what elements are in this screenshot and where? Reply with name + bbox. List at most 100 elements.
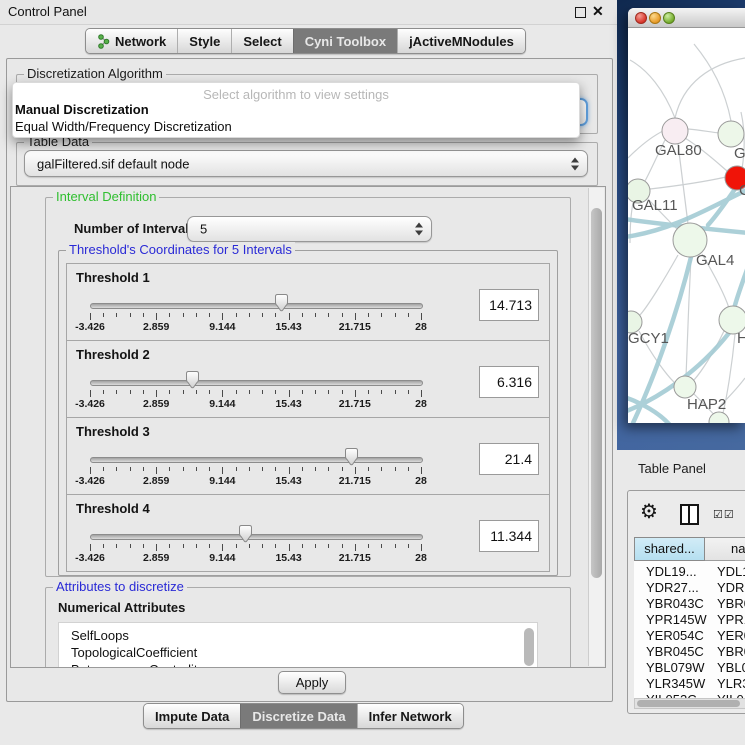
slider-tick bbox=[90, 390, 91, 397]
algorithm-option-manual-discretization[interactable]: Manual Discretization bbox=[15, 102, 149, 117]
bottom-tab-discretize-data[interactable]: Discretize Data bbox=[240, 704, 356, 728]
slider-tick bbox=[328, 467, 329, 471]
network-node-label: GAL4 bbox=[696, 252, 734, 269]
slider-tick bbox=[156, 467, 157, 474]
slider-tick-label: -3.426 bbox=[75, 475, 105, 487]
slider-tick bbox=[249, 313, 250, 317]
attribute-item-topologicalcoefficient[interactable]: TopologicalCoefficient bbox=[59, 644, 537, 661]
close-icon[interactable]: ✕ bbox=[592, 3, 604, 20]
table-row-ypr145w[interactable]: YPR145WYPR1 bbox=[634, 612, 745, 628]
table-hscrollbar-thumb[interactable] bbox=[637, 700, 740, 707]
slider-tick bbox=[381, 313, 382, 317]
table-hscrollbar-track[interactable] bbox=[634, 698, 745, 709]
slider-tick bbox=[209, 467, 210, 471]
slider-tick bbox=[183, 313, 184, 317]
slider-track[interactable] bbox=[90, 380, 423, 386]
table-row-ybr043c[interactable]: YBR043CYBR0 bbox=[634, 596, 745, 612]
slider-tick bbox=[315, 390, 316, 394]
table-row-ybr045c[interactable]: YBR045CYBR0 bbox=[634, 644, 745, 660]
network-node-gal80[interactable] bbox=[662, 118, 688, 144]
threshold-value-field[interactable]: 6.316 bbox=[479, 366, 539, 398]
algorithm-option-equal-width-frequency-discretization[interactable]: Equal Width/Frequency Discretization bbox=[15, 119, 232, 134]
tab-network[interactable]: Network bbox=[86, 29, 177, 53]
slider-thumb[interactable] bbox=[184, 370, 201, 389]
slider-thumb[interactable] bbox=[343, 447, 360, 466]
slider-tick bbox=[328, 544, 329, 548]
zoom-traffic-light-icon[interactable] bbox=[663, 12, 675, 24]
slider-track[interactable] bbox=[90, 534, 423, 540]
table-row-yer054c[interactable]: YER054CYER0 bbox=[634, 628, 745, 644]
slider-tick bbox=[209, 544, 210, 548]
tab-style[interactable]: Style bbox=[177, 29, 231, 53]
bottom-tab-infer-network[interactable]: Infer Network bbox=[357, 704, 463, 728]
close-traffic-light-icon[interactable] bbox=[635, 12, 647, 24]
num-intervals-label: Number of Intervals bbox=[74, 221, 196, 236]
interval-definition-title: Interval Definition bbox=[53, 189, 159, 205]
num-intervals-combo[interactable]: 5 bbox=[187, 216, 432, 242]
tab-select[interactable]: Select bbox=[231, 29, 292, 53]
threshold-value-field[interactable]: 21.4 bbox=[479, 443, 539, 475]
table-column-header-shared-name[interactable]: shared... bbox=[634, 537, 705, 561]
slider-tick bbox=[249, 544, 250, 548]
slider-tick bbox=[408, 467, 409, 471]
table-data-combo-value: galFiltered.sif default node bbox=[37, 156, 189, 171]
slider-tick bbox=[421, 313, 422, 320]
numerical-attributes-label: Numerical Attributes bbox=[58, 600, 185, 615]
app-root: Control Panel ✕ NetworkStyleSelectCyni T… bbox=[0, 0, 745, 745]
slider-tick bbox=[196, 467, 197, 471]
bottom-tab-impute-data[interactable]: Impute Data bbox=[144, 704, 240, 728]
settings-scrollbar-track[interactable] bbox=[588, 188, 604, 666]
slider-thumb[interactable] bbox=[237, 524, 254, 543]
slider-tick-label: 21.715 bbox=[339, 475, 371, 487]
cell-name: YLR3 bbox=[717, 676, 745, 691]
float-window-icon[interactable] bbox=[575, 7, 586, 18]
settings-scrollbar-thumb[interactable] bbox=[591, 208, 602, 578]
network-canvas[interactable]: GAL80GACGAL11GAL4GCY1HHAP2 bbox=[628, 28, 745, 423]
network-node-label: H bbox=[737, 330, 745, 347]
table-row-ydr27-[interactable]: YDR27...YDR2 bbox=[634, 580, 745, 596]
attribute-item-selfloops[interactable]: SelfLoops bbox=[59, 627, 537, 644]
slider-tick bbox=[90, 544, 91, 551]
gear-icon[interactable]: ⚙ bbox=[640, 499, 658, 524]
slider-tick-label: 9.144 bbox=[209, 398, 235, 410]
slider-tick bbox=[421, 467, 422, 474]
tab-cyni-toolbox[interactable]: Cyni Toolbox bbox=[293, 29, 397, 53]
attributes-list[interactable]: SelfLoopsTopologicalCoefficientBetweenne… bbox=[58, 622, 538, 668]
network-node[interactable] bbox=[709, 412, 729, 423]
threshold-value-field[interactable]: 11.344 bbox=[479, 520, 539, 552]
slider-tick bbox=[262, 467, 263, 471]
threshold-panel-1: Threshold 1-3.4262.8599.14415.4321.71528… bbox=[66, 263, 550, 341]
apply-button[interactable]: Apply bbox=[278, 671, 346, 694]
slider-track[interactable] bbox=[90, 457, 423, 463]
table-row-ybl079w[interactable]: YBL079W YBL0 bbox=[634, 660, 745, 676]
table-column-header-name[interactable]: na bbox=[705, 537, 745, 561]
network-node-hap2[interactable] bbox=[674, 376, 696, 398]
slider-tick-label: -3.426 bbox=[75, 398, 105, 410]
cell-name: YBL0 bbox=[717, 660, 745, 675]
slider-tick-label: 9.144 bbox=[209, 552, 235, 564]
attribute-item-betweennesscentrality[interactable]: BetweennessCentrality bbox=[59, 661, 537, 668]
slider-tick bbox=[368, 313, 369, 317]
threshold-value-field[interactable]: 14.713 bbox=[479, 289, 539, 321]
slider-tick bbox=[275, 390, 276, 394]
network-node-ga[interactable] bbox=[718, 121, 744, 147]
cell-shared-name: YBL079W bbox=[646, 660, 705, 675]
threshold-panel-2: Threshold 2-3.4262.8599.14415.4321.71528… bbox=[66, 340, 550, 418]
slider-thumb[interactable] bbox=[273, 293, 290, 312]
attributes-list-scrollbar[interactable] bbox=[524, 628, 534, 666]
tab-label: jActiveMNodules bbox=[409, 34, 514, 49]
tab-jactivemnodules[interactable]: jActiveMNodules bbox=[397, 29, 525, 53]
slider-tick bbox=[169, 390, 170, 394]
slider-tick bbox=[381, 544, 382, 548]
column-layout-icon[interactable] bbox=[680, 504, 699, 525]
minimize-traffic-light-icon[interactable] bbox=[649, 12, 661, 24]
slider-track[interactable] bbox=[90, 303, 423, 309]
cell-name: YER0 bbox=[717, 628, 745, 643]
table-row-ylr345w[interactable]: YLR345W YLR3 bbox=[634, 676, 745, 692]
table-data-combo[interactable]: galFiltered.sif default node bbox=[24, 150, 588, 177]
slider-tick bbox=[130, 390, 131, 394]
checkbox-icons[interactable]: ☑☑ bbox=[713, 508, 735, 521]
cell-shared-name: YLR345W bbox=[646, 676, 705, 691]
slider-tick bbox=[289, 313, 290, 320]
table-row-ydl19-[interactable]: YDL19...YDL1 bbox=[634, 564, 745, 580]
